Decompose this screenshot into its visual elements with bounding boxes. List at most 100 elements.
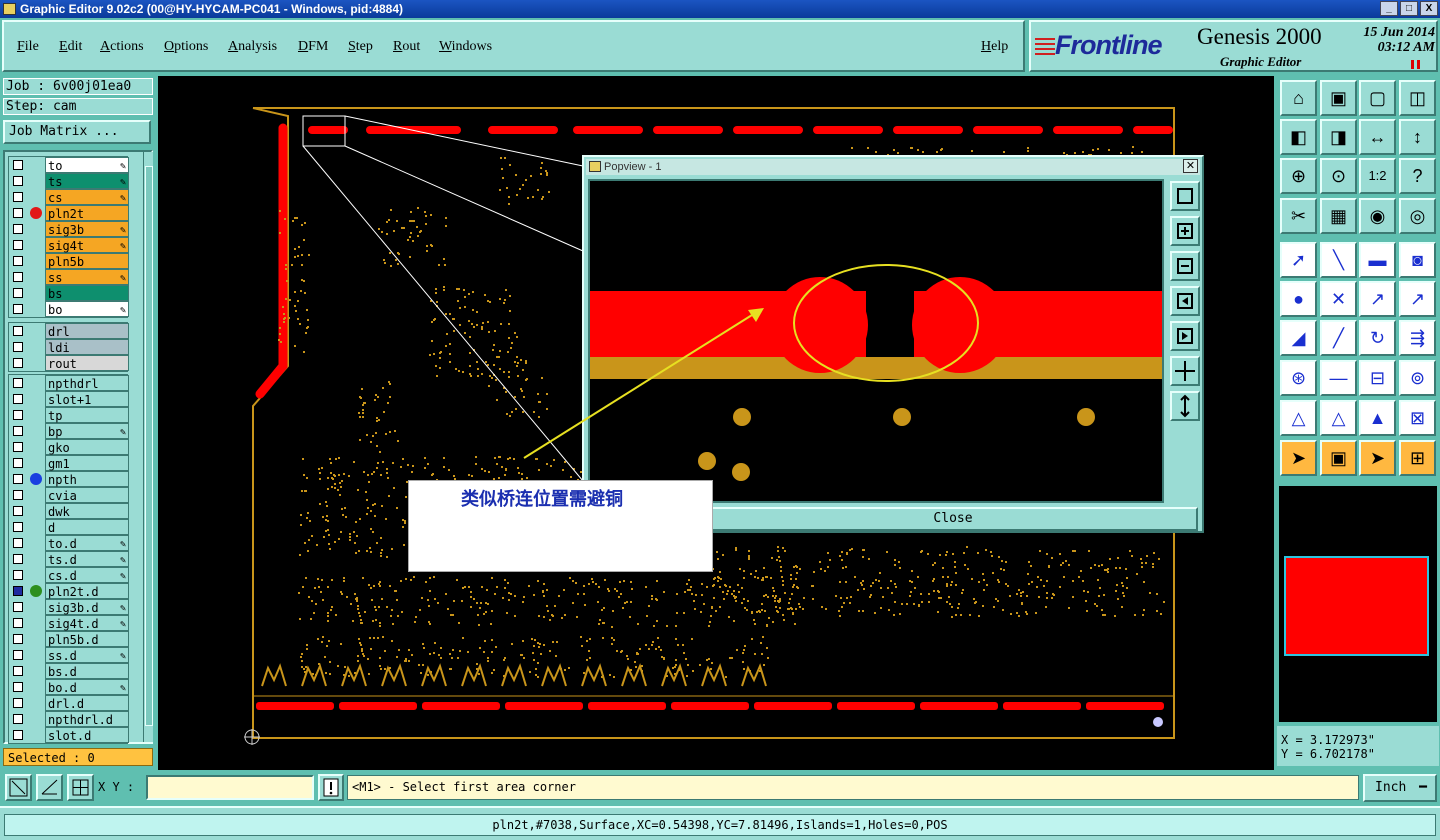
layer-row[interactable]: ts.d ✎ — [9, 551, 129, 567]
layer-checkbox[interactable] — [13, 224, 23, 234]
layer-name[interactable]: gm1 — [45, 455, 129, 471]
layer-row[interactable]: to.d ✎ — [9, 535, 129, 551]
layer-name[interactable]: bs.d — [45, 663, 129, 679]
layer-checkbox[interactable] — [13, 522, 23, 532]
unit-select[interactable]: Inch ━ — [1363, 774, 1437, 802]
measure-angle-icon[interactable] — [36, 774, 63, 801]
layer-row[interactable]: pln5b — [9, 253, 129, 269]
layer-name[interactable]: tp — [45, 407, 129, 423]
layer-affected-dot[interactable] — [30, 207, 42, 219]
layer-row[interactable]: sig3b ✎ — [9, 221, 129, 237]
layer-name[interactable]: ss ✎ — [45, 269, 129, 285]
popview-vertical-icon[interactable] — [1170, 391, 1200, 421]
zoom-in-icon[interactable]: ▣ — [1320, 80, 1357, 116]
layer-row[interactable]: drl — [9, 323, 129, 339]
layer-row[interactable]: ts ✎ — [9, 173, 129, 189]
layer-name[interactable]: dwk — [45, 503, 129, 519]
layer-checkbox[interactable] — [13, 538, 23, 548]
layer-checkbox[interactable] — [13, 618, 23, 628]
layer-name[interactable]: sig4t ✎ — [45, 237, 129, 253]
layer-checkbox[interactable] — [13, 506, 23, 516]
zoom-home-icon[interactable]: ⌂ — [1280, 80, 1317, 116]
layer-checkbox[interactable] — [13, 458, 23, 468]
select-net-icon[interactable]: ⊞ — [1399, 440, 1436, 476]
popview-zoom-out-icon[interactable] — [1170, 251, 1200, 281]
layer-name[interactable]: ldi — [45, 339, 129, 355]
layer-row[interactable]: bo ✎ — [9, 301, 129, 317]
layer-checkbox[interactable] — [13, 682, 23, 692]
layer-row[interactable]: dwk — [9, 503, 129, 519]
layer-checkbox[interactable] — [13, 326, 23, 336]
triangle-x-icon[interactable]: ⊠ — [1399, 400, 1436, 436]
rotate-icon[interactable]: ↕ — [1399, 119, 1436, 155]
cursor-icon[interactable]: ➚ — [1280, 242, 1317, 278]
scrollbar-thumb[interactable] — [145, 166, 153, 726]
layer-row[interactable]: ss.d ✎ — [9, 647, 129, 663]
layer-name[interactable]: ts ✎ — [45, 173, 129, 189]
menu-step[interactable]: Step — [348, 39, 373, 55]
select-box-icon[interactable]: ▣ — [1320, 440, 1357, 476]
popview-pan-right-icon[interactable] — [1170, 321, 1200, 351]
slope-icon[interactable]: ◢ — [1280, 320, 1317, 356]
maximize-button[interactable]: □ — [1400, 1, 1418, 16]
layer-name[interactable]: pln2t.d — [45, 583, 129, 599]
triangle-icon[interactable]: △ — [1280, 400, 1317, 436]
popview-close-button[interactable]: Close — [708, 507, 1198, 531]
layer-row[interactable]: cs.d ✎ — [9, 567, 129, 583]
line-edit-icon[interactable]: ╱ — [1320, 320, 1357, 356]
layer-row[interactable]: pln5b.d — [9, 631, 129, 647]
pan-left-icon[interactable]: ◧ — [1280, 119, 1317, 155]
layer-row[interactable]: gko — [9, 439, 129, 455]
layer-checkbox[interactable] — [13, 192, 23, 202]
layer-name[interactable]: slot.d — [45, 727, 129, 743]
layer-name[interactable]: rout — [45, 355, 129, 371]
ruler-icon[interactable]: ▬ — [1359, 242, 1396, 278]
layer-row[interactable]: gm1 — [9, 455, 129, 471]
layer-checkbox[interactable] — [13, 586, 23, 596]
pad-icon[interactable]: ◙ — [1399, 242, 1436, 278]
layer-checkbox[interactable] — [13, 730, 23, 740]
layer-checkbox[interactable] — [13, 698, 23, 708]
layer-row[interactable]: slot+1 — [9, 391, 129, 407]
layer-row[interactable]: pln2t.d — [9, 583, 129, 599]
popview-zoom-fit-icon[interactable] — [1170, 181, 1200, 211]
layer-row[interactable]: cvia — [9, 487, 129, 503]
dimension-icon[interactable]: ⊟ — [1359, 360, 1396, 396]
zoom-out-icon[interactable]: ▢ — [1359, 80, 1396, 116]
layer-checkbox[interactable] — [13, 714, 23, 724]
cross-icon[interactable]: ✕ — [1320, 281, 1357, 317]
layer-name[interactable]: npth — [45, 471, 129, 487]
select-icon[interactable]: ➤ — [1280, 440, 1317, 476]
layer-checkbox[interactable] — [13, 176, 23, 186]
layer-row[interactable]: ss ✎ — [9, 269, 129, 285]
grid-snap-icon[interactable] — [67, 774, 94, 801]
menu-windows[interactable]: Windows — [439, 39, 492, 55]
add-line-icon[interactable]: ↗ — [1359, 281, 1396, 317]
menu-actions[interactable]: Actions — [100, 39, 144, 55]
alert-icon[interactable] — [318, 774, 344, 801]
layer-name[interactable]: pln2t — [45, 205, 129, 221]
layer-row[interactable]: npth — [9, 471, 129, 487]
layer-checkbox[interactable] — [13, 602, 23, 612]
layer-row[interactable]: bp ✎ — [9, 423, 129, 439]
pad-move-icon[interactable]: ⊛ — [1280, 360, 1317, 396]
layer-checkbox[interactable] — [13, 256, 23, 266]
layer-row[interactable]: drl.d — [9, 695, 129, 711]
layer-checkbox[interactable] — [13, 426, 23, 436]
layer-name[interactable]: to.d ✎ — [45, 535, 129, 551]
connect-icon[interactable]: ● — [1280, 281, 1317, 317]
pause-icon[interactable] — [1411, 60, 1420, 69]
layer-name[interactable]: bs — [45, 285, 129, 301]
layer-checkbox[interactable] — [13, 410, 23, 420]
layer-affected-dot[interactable] — [30, 473, 42, 485]
layer-name[interactable]: sig3b ✎ — [45, 221, 129, 237]
menu-options[interactable]: Options — [164, 39, 208, 55]
layer-checkbox[interactable] — [13, 650, 23, 660]
layer-row[interactable]: slot.d — [9, 727, 129, 743]
layer-checkbox[interactable] — [13, 208, 23, 218]
line-icon[interactable]: ╲ — [1320, 242, 1357, 278]
layer-name[interactable]: npthdrl.d — [45, 711, 129, 727]
layer-name[interactable]: cvia — [45, 487, 129, 503]
layer-checkbox[interactable] — [13, 394, 23, 404]
help-icon[interactable]: ? — [1399, 158, 1436, 194]
